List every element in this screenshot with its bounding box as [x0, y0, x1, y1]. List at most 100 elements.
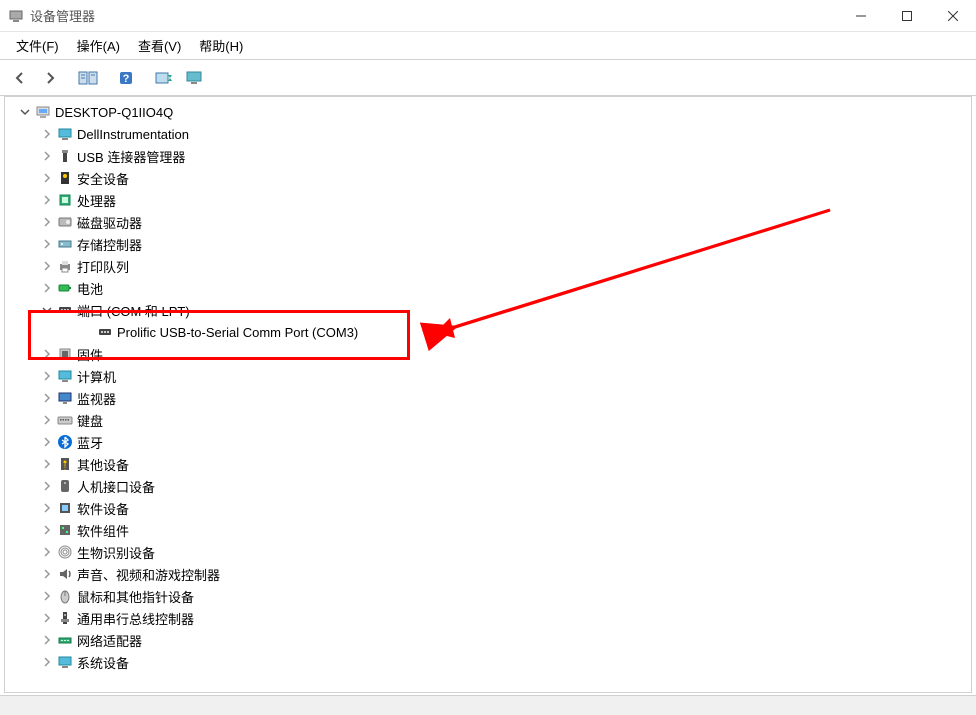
node-label: DellInstrumentation	[77, 127, 189, 142]
close-button[interactable]	[930, 0, 976, 32]
back-button[interactable]	[6, 64, 34, 92]
statusbar	[0, 695, 976, 715]
show-hidden-button[interactable]	[74, 64, 102, 92]
tree-node[interactable]: 生物识别设备	[5, 541, 971, 563]
app-icon	[8, 8, 24, 24]
window-title: 设备管理器	[30, 6, 95, 25]
tree-node[interactable]: USB 连接器管理器	[5, 145, 971, 167]
computer-icon	[57, 368, 73, 384]
titlebar: 设备管理器	[0, 0, 976, 32]
expand-icon[interactable]	[41, 304, 53, 316]
tree-node[interactable]: !其他设备	[5, 453, 971, 475]
maximize-button[interactable]	[884, 0, 930, 32]
tree-node[interactable]: 存储控制器	[5, 233, 971, 255]
node-label: 端口 (COM 和 LPT)	[77, 301, 190, 320]
expand-icon[interactable]	[41, 348, 53, 360]
tree-node[interactable]: 电池	[5, 277, 971, 299]
scan-button[interactable]	[150, 64, 178, 92]
component-icon	[57, 522, 73, 538]
menu-action[interactable]: 操作(A)	[69, 32, 128, 59]
printer-icon	[57, 258, 73, 274]
expand-icon[interactable]	[41, 370, 53, 382]
menu-view[interactable]: 查看(V)	[130, 32, 189, 59]
tree-node[interactable]: 人机接口设备	[5, 475, 971, 497]
svg-text:?: ?	[123, 73, 130, 85]
tree-node[interactable]: 计算机	[5, 365, 971, 387]
expand-icon[interactable]	[41, 194, 53, 206]
tree-node[interactable]: 键盘	[5, 409, 971, 431]
security-icon	[57, 170, 73, 186]
node-label: USB 连接器管理器	[77, 147, 185, 166]
expand-icon[interactable]	[41, 238, 53, 250]
node-label: Prolific USB-to-Serial Comm Port (COM3)	[117, 325, 358, 340]
node-label: 磁盘驱动器	[77, 213, 142, 232]
hid-icon	[57, 478, 73, 494]
titlebar-left: 设备管理器	[8, 6, 95, 25]
tree-node[interactable]: 系统设备	[5, 651, 971, 673]
tree-node[interactable]: 打印队列	[5, 255, 971, 277]
menu-file[interactable]: 文件(F)	[8, 32, 67, 59]
tree-node[interactable]: 磁盘驱动器	[5, 211, 971, 233]
expand-icon[interactable]	[41, 392, 53, 404]
tree-node[interactable]: 声音、视频和游戏控制器	[5, 563, 971, 585]
expand-icon[interactable]	[41, 260, 53, 272]
expand-icon[interactable]	[41, 524, 53, 536]
system-icon	[57, 654, 73, 670]
tree-node[interactable]: 网络适配器	[5, 629, 971, 651]
expand-icon[interactable]	[41, 458, 53, 470]
tree-node[interactable]: 监视器	[5, 387, 971, 409]
tree-child-node[interactable]: Prolific USB-to-Serial Comm Port (COM3)	[5, 321, 971, 343]
forward-button[interactable]	[36, 64, 64, 92]
monitor-button[interactable]	[180, 64, 208, 92]
tree-node[interactable]: 软件组件	[5, 519, 971, 541]
node-label: 计算机	[77, 367, 116, 386]
cpu-icon	[57, 192, 73, 208]
tree-node[interactable]: 固件	[5, 343, 971, 365]
tree-node[interactable]: DellInstrumentation	[5, 123, 971, 145]
device-tree-container[interactable]: DESKTOP-Q1IIO4Q DellInstrumentation USB 连…	[4, 96, 972, 693]
node-label: 系统设备	[77, 653, 129, 672]
disk-icon	[57, 214, 73, 230]
tree-node[interactable]: 端口 (COM 和 LPT)	[5, 299, 971, 321]
expand-icon[interactable]	[41, 150, 53, 162]
expand-icon[interactable]	[41, 172, 53, 184]
tree-node[interactable]: 软件设备	[5, 497, 971, 519]
help-button[interactable]: ?	[112, 64, 140, 92]
node-label: 固件	[77, 345, 103, 364]
mouse-icon	[57, 588, 73, 604]
tree-node[interactable]: 处理器	[5, 189, 971, 211]
expand-icon[interactable]	[41, 656, 53, 668]
sound-icon	[57, 566, 73, 582]
expand-icon[interactable]	[41, 546, 53, 558]
expand-icon[interactable]	[41, 612, 53, 624]
node-label: 监视器	[77, 389, 116, 408]
expand-icon[interactable]	[41, 282, 53, 294]
node-label: 软件组件	[77, 521, 129, 540]
expand-icon[interactable]	[41, 216, 53, 228]
tree-node[interactable]: 蓝牙	[5, 431, 971, 453]
minimize-button[interactable]	[838, 0, 884, 32]
expand-icon[interactable]	[41, 568, 53, 580]
node-label: 声音、视频和游戏控制器	[77, 565, 220, 584]
svg-text:!: !	[64, 463, 66, 472]
menu-help[interactable]: 帮助(H)	[191, 32, 251, 59]
node-label: 存储控制器	[77, 235, 142, 254]
tree-node[interactable]: 通用串行总线控制器	[5, 607, 971, 629]
expand-icon[interactable]	[41, 480, 53, 492]
expand-icon[interactable]	[41, 590, 53, 602]
keyboard-icon	[57, 412, 73, 428]
expand-icon[interactable]	[41, 128, 53, 140]
node-label: 安全设备	[77, 169, 129, 188]
expand-icon[interactable]	[41, 502, 53, 514]
expand-icon[interactable]	[41, 634, 53, 646]
tree-root[interactable]: DESKTOP-Q1IIO4Q	[5, 101, 971, 123]
expand-icon[interactable]	[41, 414, 53, 426]
software-icon	[57, 500, 73, 516]
window-controls	[838, 0, 976, 32]
tree-node[interactable]: 鼠标和其他指针设备	[5, 585, 971, 607]
toolbar: ?	[0, 60, 976, 96]
usb-icon	[57, 148, 73, 164]
expand-icon[interactable]	[41, 436, 53, 448]
expand-icon[interactable]	[19, 106, 31, 118]
tree-node[interactable]: 安全设备	[5, 167, 971, 189]
